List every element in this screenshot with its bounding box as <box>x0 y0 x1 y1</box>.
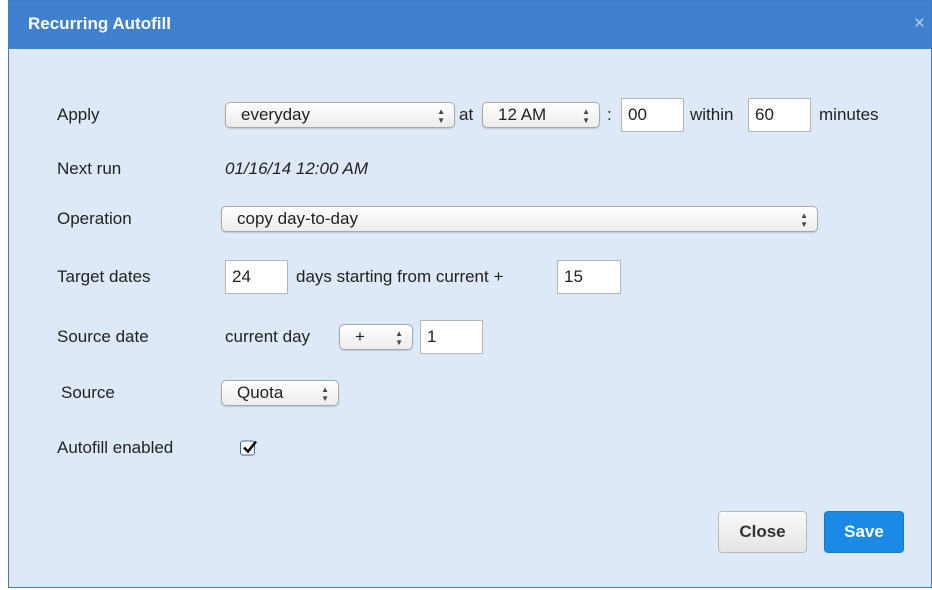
target-dates-mid-text: days starting from current + <box>296 267 504 286</box>
dialog-titlebar: Recurring Autofill × <box>9 1 931 49</box>
apply-row: Apply everyday ▲ ▼ at 12 AM ▲ ▼ : 00 withi… <box>9 97 931 133</box>
minute-input[interactable]: 00 <box>621 98 684 132</box>
close-icon[interactable]: × <box>914 13 925 35</box>
save-button[interactable]: Save <box>824 511 904 553</box>
source-offset-input[interactable]: 1 <box>420 320 483 354</box>
source-label: Source <box>61 383 115 402</box>
operation-label: Operation <box>57 209 132 228</box>
within-text: within <box>690 105 734 124</box>
next-run-row: Next run 01/16/14 12:00 AM <box>9 151 931 187</box>
next-run-label: Next run <box>57 159 122 178</box>
target-dates-row: Target dates 24 days starting from curre… <box>9 259 931 295</box>
source-value: Quota <box>237 383 284 402</box>
source-select[interactable]: Quota ▲ ▼ <box>221 380 339 406</box>
operation-value: copy day-to-day <box>237 209 358 228</box>
operation-select[interactable]: copy day-to-day ▲ ▼ <box>221 206 818 232</box>
next-run-value: 01/16/14 12:00 AM <box>225 159 369 178</box>
source-date-label: Source date <box>57 327 149 346</box>
target-days-input[interactable]: 24 <box>225 260 288 294</box>
autofill-enabled-row: Autofill enabled <box>9 430 931 466</box>
operation-row: Operation copy day-to-day ▲ ▼ <box>9 201 931 237</box>
checkmark-icon <box>243 440 258 454</box>
source-date-prefix: current day <box>225 327 311 346</box>
colon-text: : <box>607 105 612 124</box>
hour-select[interactable]: 12 AM ▲ ▼ <box>482 102 600 128</box>
chevron-updown-icon: ▲ ▼ <box>321 385 329 403</box>
target-offset-input[interactable]: 15 <box>557 260 621 294</box>
source-date-row: Source date current day + ▲ ▼ 1 <box>9 319 931 355</box>
source-sign-select[interactable]: + ▲ ▼ <box>339 324 413 350</box>
frequency-select[interactable]: everyday ▲ ▼ <box>225 102 455 128</box>
minutes-text: minutes <box>819 105 879 124</box>
autofill-enabled-label: Autofill enabled <box>57 438 174 457</box>
chevron-updown-icon: ▲ ▼ <box>395 329 403 347</box>
recurring-autofill-dialog: Recurring Autofill × Apply everyday ▲ ▼ a… <box>8 0 932 588</box>
apply-label: Apply <box>57 105 100 124</box>
chevron-updown-icon: ▲ ▼ <box>437 107 445 125</box>
source-sign-value: + <box>355 327 365 346</box>
close-button[interactable]: Close <box>718 511 807 553</box>
dialog-title: Recurring Autofill <box>28 14 171 33</box>
hour-value: 12 AM <box>498 105 547 124</box>
within-input[interactable]: 60 <box>748 98 811 132</box>
target-dates-label: Target dates <box>57 267 151 286</box>
autofill-enabled-checkbox[interactable] <box>240 440 258 456</box>
chevron-updown-icon: ▲ ▼ <box>800 211 808 229</box>
source-row: Source Quota ▲ ▼ <box>9 375 931 411</box>
at-text: at <box>459 105 474 124</box>
frequency-value: everyday <box>241 105 310 124</box>
chevron-updown-icon: ▲ ▼ <box>582 107 590 125</box>
